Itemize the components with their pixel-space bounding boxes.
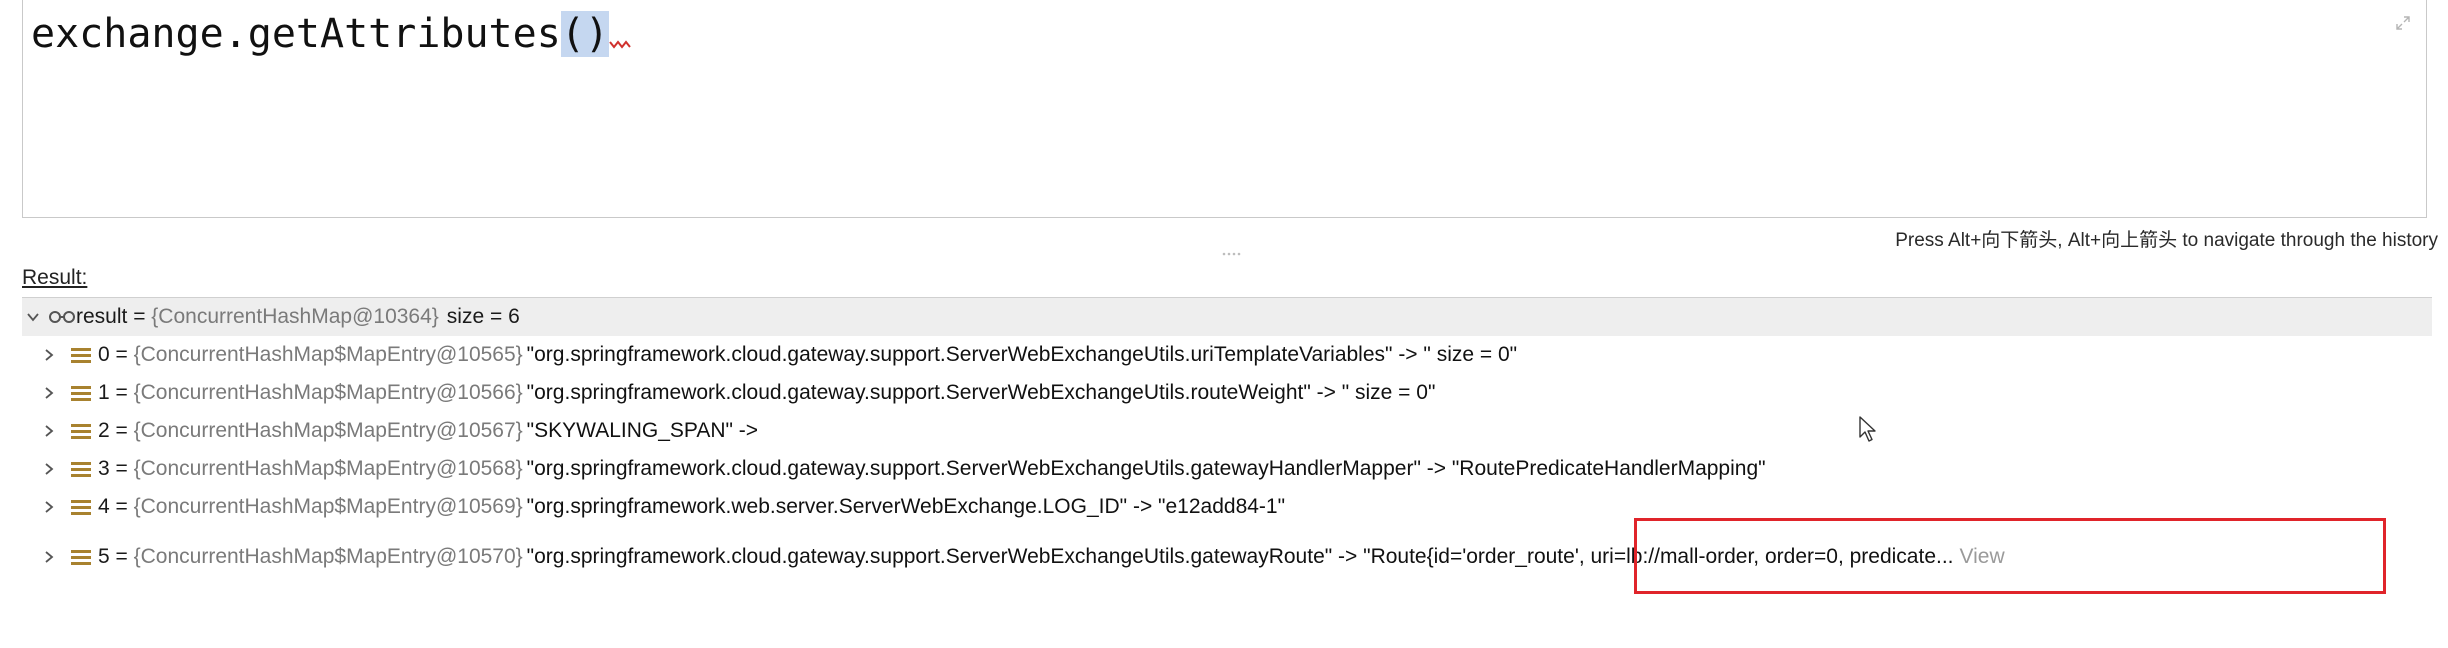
entry-eq: = [109,495,134,518]
result-tree[interactable]: result = {ConcurrentHashMap@10364} size … [22,297,2432,648]
tree-root-row[interactable]: result = {ConcurrentHashMap@10364} size … [22,298,2432,336]
entry-value: "org.springframework.web.server.ServerWe… [526,495,1286,518]
collapse-chevron-icon[interactable] [22,306,44,328]
map-entry-icon [70,346,92,364]
entry-value: "org.springframework.cloud.gateway.suppo… [526,381,1436,404]
entry-eq: = [109,545,134,568]
expression-editor[interactable]: exchange.getAttributes() [22,0,2427,218]
entry-eq: = [109,381,134,404]
entry-type: {ConcurrentHashMap$MapEntry@10568} [133,457,523,480]
history-hint: Press Alt+向下箭头, Alt+向上箭头 to navigate thr… [1895,230,2438,251]
entry-index: 3 [98,457,110,480]
expand-chevron-icon[interactable] [38,344,60,366]
entry-index: 4 [98,495,110,518]
expand-chevron-icon[interactable] [38,546,60,568]
entry-index: 1 [98,381,110,404]
map-entry-icon [70,498,92,516]
root-value: size = 6 [446,305,520,328]
entry-type: {ConcurrentHashMap$MapEntry@10565} [133,343,523,366]
root-name: result [76,305,128,328]
map-entry-icon [70,422,92,440]
root-eq: = [127,305,152,328]
result-label: Result: [22,266,87,290]
entry-type: {ConcurrentHashMap$MapEntry@10567} [133,419,523,442]
evaluate-expression-dialog: exchange.getAttributes() Press Alt+向下箭头,… [0,0,2448,648]
expand-chevron-icon[interactable] [38,382,60,404]
entry-type: {ConcurrentHashMap$MapEntry@10566} [133,381,523,404]
map-entry-icon [70,460,92,478]
entry-type: {ConcurrentHashMap$MapEntry@10569} [133,495,523,518]
map-entry-icon [70,384,92,402]
splitter-handle-icon[interactable] [1220,250,1244,258]
entry-value: "org.springframework.cloud.gateway.suppo… [526,343,1518,366]
entry-type: {ConcurrentHashMap$MapEntry@10570} [133,545,523,568]
expand-editor-icon[interactable] [2396,16,2410,30]
entry-index: 2 [98,419,110,442]
entry-eq: = [109,343,134,366]
mouse-cursor-icon [1859,416,1876,442]
expression-call: exchange.getAttributes [31,11,561,57]
expand-chevron-icon[interactable] [38,496,60,518]
tree-entry-row[interactable]: 3 = {ConcurrentHashMap$MapEntry@10568} "… [22,450,2432,488]
entry-eq: = [109,457,134,480]
watch-glasses-icon [48,309,76,325]
expand-chevron-icon[interactable] [38,420,60,442]
expression-parens: () [560,11,609,57]
tree-entry-row[interactable]: 2 = {ConcurrentHashMap$MapEntry@10567} "… [22,412,2432,450]
entry-index: 5 [98,545,110,568]
root-type: {ConcurrentHashMap@10364} [151,305,439,328]
entry-value: "org.springframework.cloud.gateway.suppo… [526,545,1954,568]
entry-eq: = [109,419,134,442]
view-link[interactable]: View [1960,545,2005,569]
tree-entry-row[interactable]: 5 = {ConcurrentHashMap$MapEntry@10570} "… [22,538,2432,576]
entry-value: "org.springframework.cloud.gateway.suppo… [526,457,1766,480]
result-label-text: Result: [22,266,88,289]
map-entry-icon [70,548,92,566]
tree-entry-row[interactable]: 1 = {ConcurrentHashMap$MapEntry@10566} "… [22,374,2432,412]
tree-entry-row[interactable]: 0 = {ConcurrentHashMap$MapEntry@10565} "… [22,336,2432,374]
expression-text[interactable]: exchange.getAttributes() [31,6,633,62]
entry-index: 0 [98,343,110,366]
entry-value: "SKYWALING_SPAN" -> [526,419,759,442]
error-squiggle-icon [609,40,631,49]
tree-entry-row[interactable]: 4 = {ConcurrentHashMap$MapEntry@10569} "… [22,488,2432,526]
expand-chevron-icon[interactable] [38,458,60,480]
